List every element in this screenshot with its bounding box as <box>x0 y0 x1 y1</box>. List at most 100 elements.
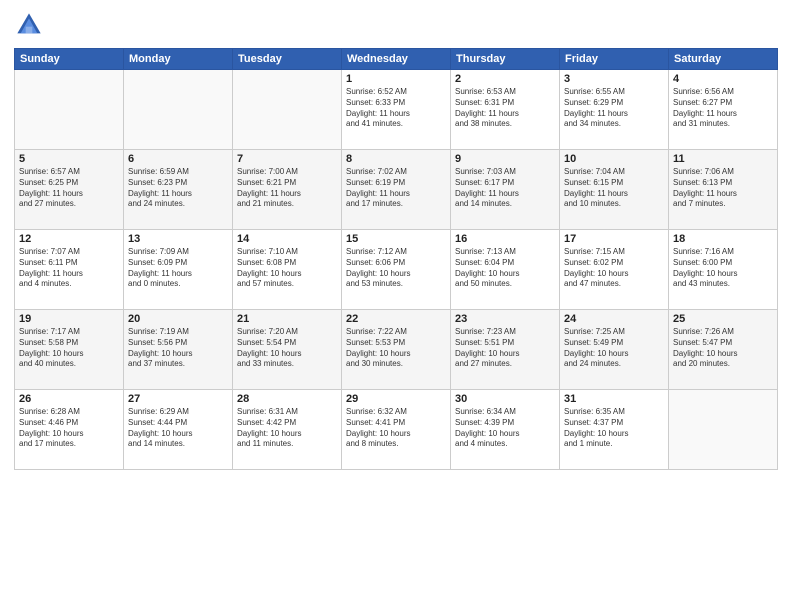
day-number: 25 <box>673 313 773 325</box>
day-info: Sunrise: 7:04 AM Sunset: 6:15 PM Dayligh… <box>564 167 664 210</box>
calendar-cell: 27 Sunrise: 6:29 AM Sunset: 4:44 PM Dayli… <box>124 390 233 470</box>
calendar-week-1: 5 Sunrise: 6:57 AM Sunset: 6:25 PM Daylig… <box>15 150 778 230</box>
logo <box>14 10 48 40</box>
day-info: Sunrise: 7:13 AM Sunset: 6:04 PM Dayligh… <box>455 247 555 290</box>
day-number: 13 <box>128 233 228 245</box>
day-number: 7 <box>237 153 337 165</box>
calendar-cell: 15 Sunrise: 7:12 AM Sunset: 6:06 PM Dayli… <box>342 230 451 310</box>
day-number: 27 <box>128 393 228 405</box>
col-monday: Monday <box>124 49 233 70</box>
day-number: 8 <box>346 153 446 165</box>
calendar-week-4: 26Sunrise: 6:28 AM Sunset: 4:46 PM Dayli… <box>15 390 778 470</box>
day-number: 12 <box>19 233 119 245</box>
calendar-week-3: 19Sunrise: 7:17 AM Sunset: 5:58 PM Dayli… <box>15 310 778 390</box>
calendar-cell: 3 Sunrise: 6:55 AM Sunset: 6:29 PM Daylig… <box>560 70 669 150</box>
calendar-body: 1 Sunrise: 6:52 AM Sunset: 6:33 PM Daylig… <box>15 70 778 470</box>
calendar-cell: 10 Sunrise: 7:04 AM Sunset: 6:15 PM Dayli… <box>560 150 669 230</box>
day-number: 1 <box>346 73 446 85</box>
day-info: Sunrise: 6:35 AM Sunset: 4:37 PM Dayligh… <box>564 407 664 450</box>
day-info: Sunrise: 6:59 AM Sunset: 6:23 PM Dayligh… <box>128 167 228 210</box>
day-info: Sunrise: 6:57 AM Sunset: 6:25 PM Dayligh… <box>19 167 119 210</box>
calendar-cell: 23Sunrise: 7:23 AM Sunset: 5:51 PM Dayli… <box>451 310 560 390</box>
day-number: 30 <box>455 393 555 405</box>
col-thursday: Thursday <box>451 49 560 70</box>
day-number: 15 <box>346 233 446 245</box>
calendar-cell: 12 Sunrise: 7:07 AM Sunset: 6:11 PM Dayli… <box>15 230 124 310</box>
day-info: Sunrise: 6:55 AM Sunset: 6:29 PM Dayligh… <box>564 87 664 130</box>
day-info: Sunrise: 7:15 AM Sunset: 6:02 PM Dayligh… <box>564 247 664 290</box>
day-number: 9 <box>455 153 555 165</box>
calendar-cell <box>124 70 233 150</box>
day-info: Sunrise: 6:31 AM Sunset: 4:42 PM Dayligh… <box>237 407 337 450</box>
day-number: 16 <box>455 233 555 245</box>
calendar-cell: 1 Sunrise: 6:52 AM Sunset: 6:33 PM Daylig… <box>342 70 451 150</box>
calendar-cell: 24 Sunrise: 7:25 AM Sunset: 5:49 PM Dayli… <box>560 310 669 390</box>
calendar-cell <box>233 70 342 150</box>
day-number: 6 <box>128 153 228 165</box>
calendar-cell: 14 Sunrise: 7:10 AM Sunset: 6:08 PM Dayli… <box>233 230 342 310</box>
day-number: 11 <box>673 153 773 165</box>
header-row: Sunday Monday Tuesday Wednesday Thursday… <box>15 49 778 70</box>
calendar-cell: 22 Sunrise: 7:22 AM Sunset: 5:53 PM Dayli… <box>342 310 451 390</box>
day-info: Sunrise: 7:22 AM Sunset: 5:53 PM Dayligh… <box>346 327 446 370</box>
day-info: Sunrise: 6:53 AM Sunset: 6:31 PM Dayligh… <box>455 87 555 130</box>
calendar-cell: 7 Sunrise: 7:00 AM Sunset: 6:21 PM Daylig… <box>233 150 342 230</box>
calendar-cell: 16 Sunrise: 7:13 AM Sunset: 6:04 PM Dayli… <box>451 230 560 310</box>
day-number: 10 <box>564 153 664 165</box>
day-number: 22 <box>346 313 446 325</box>
calendar-cell: 19Sunrise: 7:17 AM Sunset: 5:58 PM Dayli… <box>15 310 124 390</box>
calendar-header: Sunday Monday Tuesday Wednesday Thursday… <box>15 49 778 70</box>
day-info: Sunrise: 7:02 AM Sunset: 6:19 PM Dayligh… <box>346 167 446 210</box>
day-info: Sunrise: 7:00 AM Sunset: 6:21 PM Dayligh… <box>237 167 337 210</box>
day-number: 21 <box>237 313 337 325</box>
day-info: Sunrise: 6:32 AM Sunset: 4:41 PM Dayligh… <box>346 407 446 450</box>
calendar-cell: 8 Sunrise: 7:02 AM Sunset: 6:19 PM Daylig… <box>342 150 451 230</box>
calendar-cell: 21 Sunrise: 7:20 AM Sunset: 5:54 PM Dayli… <box>233 310 342 390</box>
logo-icon <box>14 10 44 40</box>
day-info: Sunrise: 6:29 AM Sunset: 4:44 PM Dayligh… <box>128 407 228 450</box>
calendar-cell: 26Sunrise: 6:28 AM Sunset: 4:46 PM Dayli… <box>15 390 124 470</box>
col-tuesday: Tuesday <box>233 49 342 70</box>
col-friday: Friday <box>560 49 669 70</box>
calendar-table: Sunday Monday Tuesday Wednesday Thursday… <box>14 48 778 470</box>
day-info: Sunrise: 7:19 AM Sunset: 5:56 PM Dayligh… <box>128 327 228 370</box>
day-info: Sunrise: 7:06 AM Sunset: 6:13 PM Dayligh… <box>673 167 773 210</box>
day-info: Sunrise: 7:03 AM Sunset: 6:17 PM Dayligh… <box>455 167 555 210</box>
day-info: Sunrise: 7:20 AM Sunset: 5:54 PM Dayligh… <box>237 327 337 370</box>
day-number: 3 <box>564 73 664 85</box>
day-info: Sunrise: 6:56 AM Sunset: 6:27 PM Dayligh… <box>673 87 773 130</box>
calendar-cell: 5 Sunrise: 6:57 AM Sunset: 6:25 PM Daylig… <box>15 150 124 230</box>
calendar-cell: 20 Sunrise: 7:19 AM Sunset: 5:56 PM Dayli… <box>124 310 233 390</box>
day-number: 4 <box>673 73 773 85</box>
header <box>14 10 778 40</box>
calendar-cell <box>669 390 778 470</box>
page: Sunday Monday Tuesday Wednesday Thursday… <box>0 0 792 612</box>
day-info: Sunrise: 7:17 AM Sunset: 5:58 PM Dayligh… <box>19 327 119 370</box>
day-info: Sunrise: 7:07 AM Sunset: 6:11 PM Dayligh… <box>19 247 119 290</box>
day-info: Sunrise: 7:10 AM Sunset: 6:08 PM Dayligh… <box>237 247 337 290</box>
day-number: 29 <box>346 393 446 405</box>
day-number: 28 <box>237 393 337 405</box>
day-info: Sunrise: 7:25 AM Sunset: 5:49 PM Dayligh… <box>564 327 664 370</box>
day-number: 20 <box>128 313 228 325</box>
col-saturday: Saturday <box>669 49 778 70</box>
day-number: 17 <box>564 233 664 245</box>
day-info: Sunrise: 7:09 AM Sunset: 6:09 PM Dayligh… <box>128 247 228 290</box>
calendar-cell: 30Sunrise: 6:34 AM Sunset: 4:39 PM Dayli… <box>451 390 560 470</box>
day-info: Sunrise: 7:12 AM Sunset: 6:06 PM Dayligh… <box>346 247 446 290</box>
calendar-cell: 17 Sunrise: 7:15 AM Sunset: 6:02 PM Dayli… <box>560 230 669 310</box>
day-number: 24 <box>564 313 664 325</box>
calendar-cell: 4 Sunrise: 6:56 AM Sunset: 6:27 PM Daylig… <box>669 70 778 150</box>
calendar-cell: 2 Sunrise: 6:53 AM Sunset: 6:31 PM Daylig… <box>451 70 560 150</box>
calendar-cell: 18Sunrise: 7:16 AM Sunset: 6:00 PM Dayli… <box>669 230 778 310</box>
day-info: Sunrise: 7:23 AM Sunset: 5:51 PM Dayligh… <box>455 327 555 370</box>
day-number: 2 <box>455 73 555 85</box>
col-wednesday: Wednesday <box>342 49 451 70</box>
day-number: 5 <box>19 153 119 165</box>
calendar-week-2: 12 Sunrise: 7:07 AM Sunset: 6:11 PM Dayli… <box>15 230 778 310</box>
day-number: 14 <box>237 233 337 245</box>
day-number: 18 <box>673 233 773 245</box>
calendar-cell: 31Sunrise: 6:35 AM Sunset: 4:37 PM Dayli… <box>560 390 669 470</box>
day-info: Sunrise: 6:52 AM Sunset: 6:33 PM Dayligh… <box>346 87 446 130</box>
day-number: 26 <box>19 393 119 405</box>
